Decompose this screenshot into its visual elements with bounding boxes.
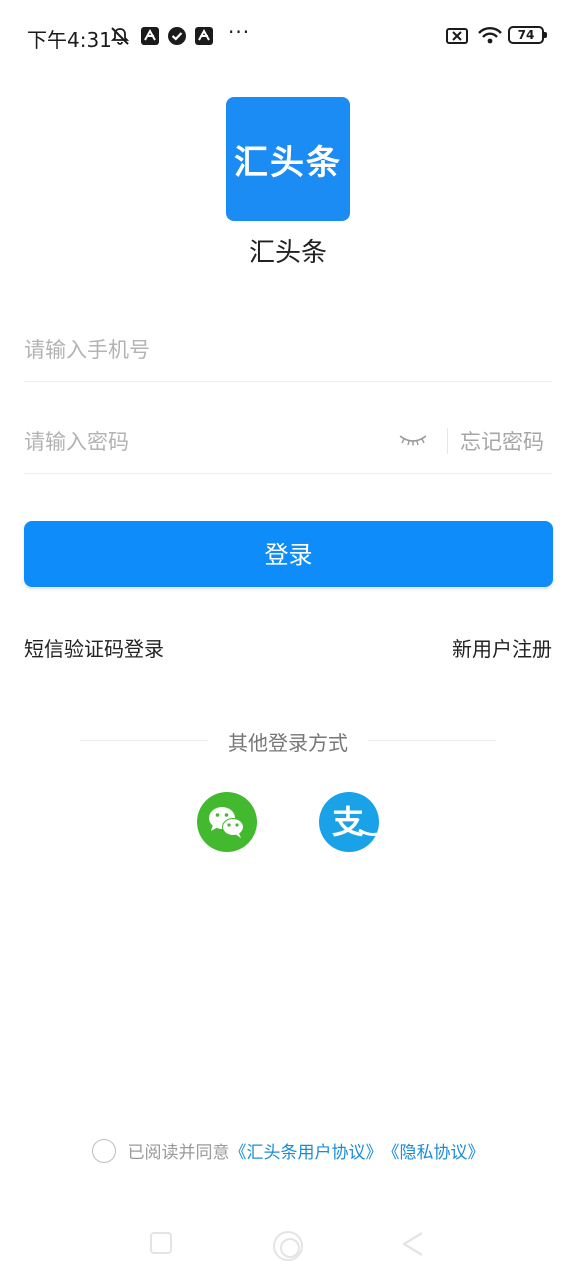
back-icon[interactable] bbox=[400, 1230, 426, 1258]
wifi-icon bbox=[478, 27, 502, 44]
alipay-glyph: 支 bbox=[332, 803, 364, 841]
bell-muted-icon bbox=[110, 27, 130, 45]
app-notification-icon bbox=[141, 27, 159, 45]
logo-text: 汇头条 bbox=[234, 143, 342, 183]
other-login-title: 其他登录方式 bbox=[228, 731, 348, 755]
user-agreement-link[interactable]: 《汇头条用户协议》 bbox=[230, 1138, 383, 1163]
check-circle-icon bbox=[168, 27, 186, 45]
wechat-icon bbox=[209, 807, 244, 838]
forgot-password-link[interactable]: 忘记密码 bbox=[460, 426, 544, 456]
alipay-login-button[interactable]: 支 bbox=[319, 792, 379, 852]
phone-field bbox=[24, 318, 552, 382]
eye-closed-icon[interactable] bbox=[398, 430, 428, 450]
agreement-prefix: 已阅读并同意 bbox=[127, 1143, 230, 1163]
password-field: 忘记密码 bbox=[24, 410, 552, 474]
app-name: 汇头条 bbox=[248, 238, 327, 268]
recent-apps-icon[interactable] bbox=[150, 1232, 172, 1254]
login-button[interactable]: 登录 bbox=[24, 521, 553, 587]
phone-input[interactable] bbox=[24, 330, 552, 370]
more-notifications-icon: ··· bbox=[228, 20, 251, 44]
register-link[interactable]: 新用户注册 bbox=[452, 633, 552, 662]
field-divider bbox=[447, 428, 448, 454]
agreement-row: 已阅读并同意 《汇头条用户协议》 《隐私协议》 bbox=[0, 1138, 576, 1164]
alipay-icon: 支 bbox=[332, 803, 378, 841]
app-notification-icon-2 bbox=[195, 27, 213, 45]
divider-right bbox=[368, 740, 496, 741]
agree-radio[interactable] bbox=[91, 1138, 116, 1163]
status-bar: 下午4:31 ··· 74 bbox=[0, 0, 576, 72]
sms-login-link[interactable]: 短信验证码登录 bbox=[24, 633, 164, 662]
battery-indicator: 74 bbox=[508, 26, 547, 44]
app-logo: 汇头条 bbox=[226, 97, 350, 221]
password-input[interactable] bbox=[24, 422, 384, 462]
wechat-login-button[interactable] bbox=[197, 792, 257, 852]
sim-off-icon bbox=[446, 28, 468, 44]
status-time: 下午4:31 bbox=[27, 28, 112, 52]
home-icon[interactable] bbox=[273, 1231, 303, 1261]
privacy-policy-link[interactable]: 《隐私协议》 bbox=[383, 1138, 485, 1163]
